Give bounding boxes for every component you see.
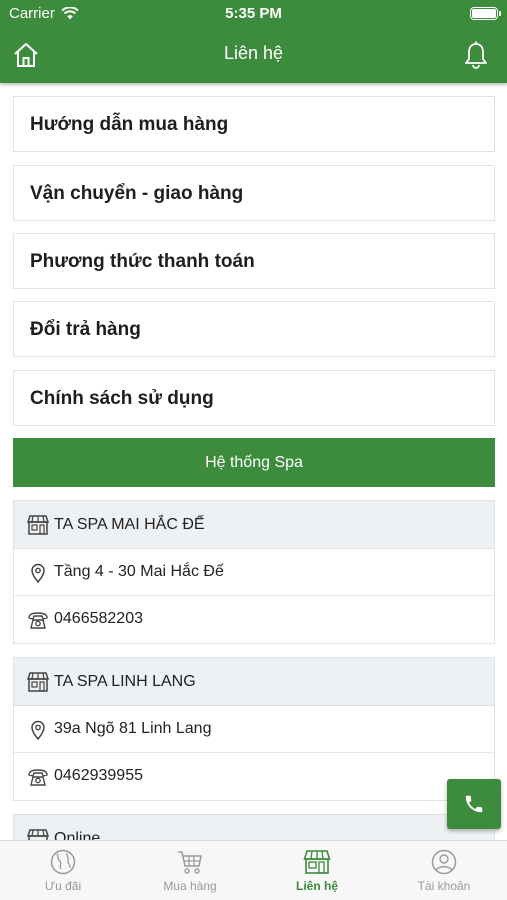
cart-icon (178, 851, 202, 874)
menu-item-label: Đổi trả hàng (30, 319, 141, 340)
tab-label: Tài khoản (417, 879, 471, 893)
spa-address-row[interactable]: Tầng 4 - 30 Mai Hắc Đế (14, 549, 494, 596)
menu-item-shipping[interactable]: Vận chuyển - giao hàng (13, 165, 495, 221)
tab-shopping[interactable]: Mua hàng (127, 841, 253, 900)
spa-name: Online (54, 830, 101, 840)
tab-bar: Ưu đãi Mua hàng Liên hệ Tài khoản (0, 840, 507, 900)
globe-icon (50, 849, 76, 875)
map-pin-icon (31, 720, 45, 740)
spa-card-header[interactable]: Online (14, 815, 494, 840)
user-icon (431, 849, 457, 875)
phone-icon (465, 795, 483, 813)
spa-card: Online (13, 814, 495, 840)
page-title: Liên hệ (223, 43, 284, 63)
tab-label: Liên hệ (295, 879, 338, 893)
battery-icon (470, 7, 501, 20)
spa-system-header: Hệ thống Spa (13, 438, 495, 487)
spa-address: 39a Ngõ 81 Linh Lang (54, 720, 212, 737)
menu-item-purchase-guide[interactable]: Hướng dẫn mua hàng (13, 96, 495, 152)
spa-card: TA SPA LINH LANG 39a Ngõ 81 Linh Lang 04… (13, 657, 495, 801)
tab-contact[interactable]: Liên hệ (254, 841, 380, 900)
status-bar: Carrier 5:35 PM (0, 0, 507, 28)
nav-bar: Liên hệ (0, 28, 507, 83)
spa-phone: 0466582203 (54, 610, 143, 627)
menu-item-label: Hướng dẫn mua hàng (30, 114, 229, 135)
spa-card-header[interactable]: TA SPA LINH LANG (14, 658, 494, 706)
tab-label: Ưu đãi (44, 879, 82, 893)
menu-item-label: Vận chuyển - giao hàng (30, 183, 244, 204)
store-icon (27, 672, 49, 692)
spa-name: TA SPA LINH LANG (54, 673, 196, 690)
bell-icon[interactable] (462, 40, 490, 70)
spa-phone: 0462939955 (54, 767, 143, 784)
tab-account[interactable]: Tài khoản (381, 841, 507, 900)
map-pin-icon (31, 563, 45, 583)
store-icon (27, 829, 49, 840)
tab-offers[interactable]: Ưu đãi (0, 841, 126, 900)
store-icon (27, 515, 49, 535)
spa-name: TA SPA MAI HẮC ĐẾ (54, 516, 205, 533)
spa-address: Tầng 4 - 30 Mai Hắc Đế (54, 563, 224, 580)
menu-item-label: Chính sách sử dụng (30, 388, 214, 409)
spa-card-header[interactable]: TA SPA MAI HẮC ĐẾ (14, 501, 494, 549)
store-icon (303, 850, 331, 874)
telephone-icon (28, 769, 48, 786)
menu-item-payment-methods[interactable]: Phương thức thanh toán (13, 233, 495, 289)
menu-item-label: Phương thức thanh toán (30, 251, 255, 272)
menu-item-returns[interactable]: Đổi trả hàng (13, 301, 495, 357)
menu-item-usage-policy[interactable]: Chính sách sử dụng (13, 370, 495, 426)
call-button[interactable] (447, 779, 501, 829)
telephone-icon (28, 612, 48, 629)
spa-address-row[interactable]: 39a Ngõ 81 Linh Lang (14, 706, 494, 753)
spa-card: TA SPA MAI HẮC ĐẾ Tầng 4 - 30 Mai Hắc Đế… (13, 500, 495, 644)
status-time: 5:35 PM (225, 5, 282, 22)
tab-label: Mua hàng (163, 879, 217, 893)
spa-phone-row[interactable]: 0466582203 (14, 596, 494, 643)
spa-phone-row[interactable]: 0462939955 (14, 753, 494, 800)
content-area: Hướng dẫn mua hàng Vận chuyển - giao hàn… (0, 83, 507, 840)
